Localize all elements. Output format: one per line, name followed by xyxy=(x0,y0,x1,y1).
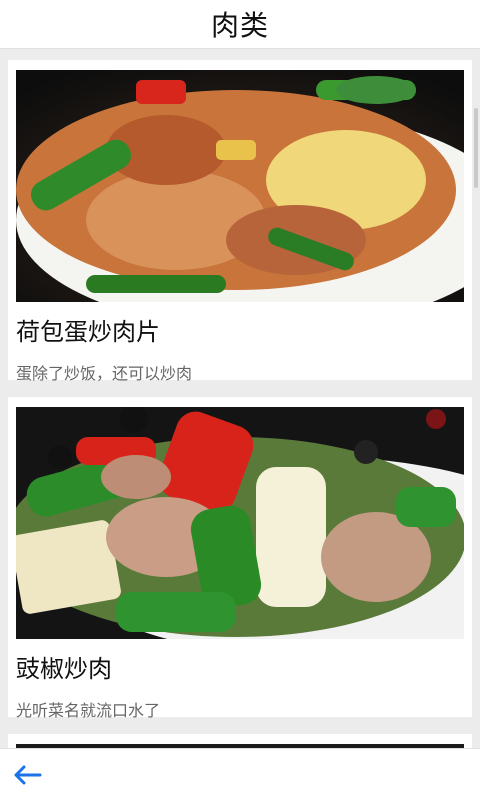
dish-image xyxy=(16,407,464,639)
recipe-name: 豉椒炒肉 xyxy=(16,655,112,683)
bottom-bar xyxy=(0,748,480,801)
back-button[interactable] xyxy=(10,759,44,791)
recipe-description: 光听菜名就流口水了 xyxy=(16,701,161,720)
scrollbar[interactable] xyxy=(474,108,478,188)
dish-image xyxy=(16,70,464,302)
recipe-card[interactable] xyxy=(8,734,472,748)
recipe-name: 荷包蛋炒肉片 xyxy=(16,318,160,346)
page-title: 肉类 xyxy=(210,9,269,42)
recipe-photo xyxy=(16,407,464,639)
recipe-description: 蛋除了炒饭，还可以炒肉 xyxy=(16,364,193,383)
arrow-left-icon xyxy=(14,765,42,785)
recipe-card[interactable]: 豉椒炒肉 光听菜名就流口水了 xyxy=(8,397,472,720)
title-bar: 肉类 xyxy=(0,0,480,49)
recipe-list[interactable]: 荷包蛋炒肉片 蛋除了炒饭，还可以炒肉 豉椒炒肉 光听菜名就流口水了 xyxy=(0,48,480,748)
recipe-card[interactable]: 荷包蛋炒肉片 蛋除了炒饭，还可以炒肉 xyxy=(8,60,472,383)
recipe-photo xyxy=(16,70,464,302)
